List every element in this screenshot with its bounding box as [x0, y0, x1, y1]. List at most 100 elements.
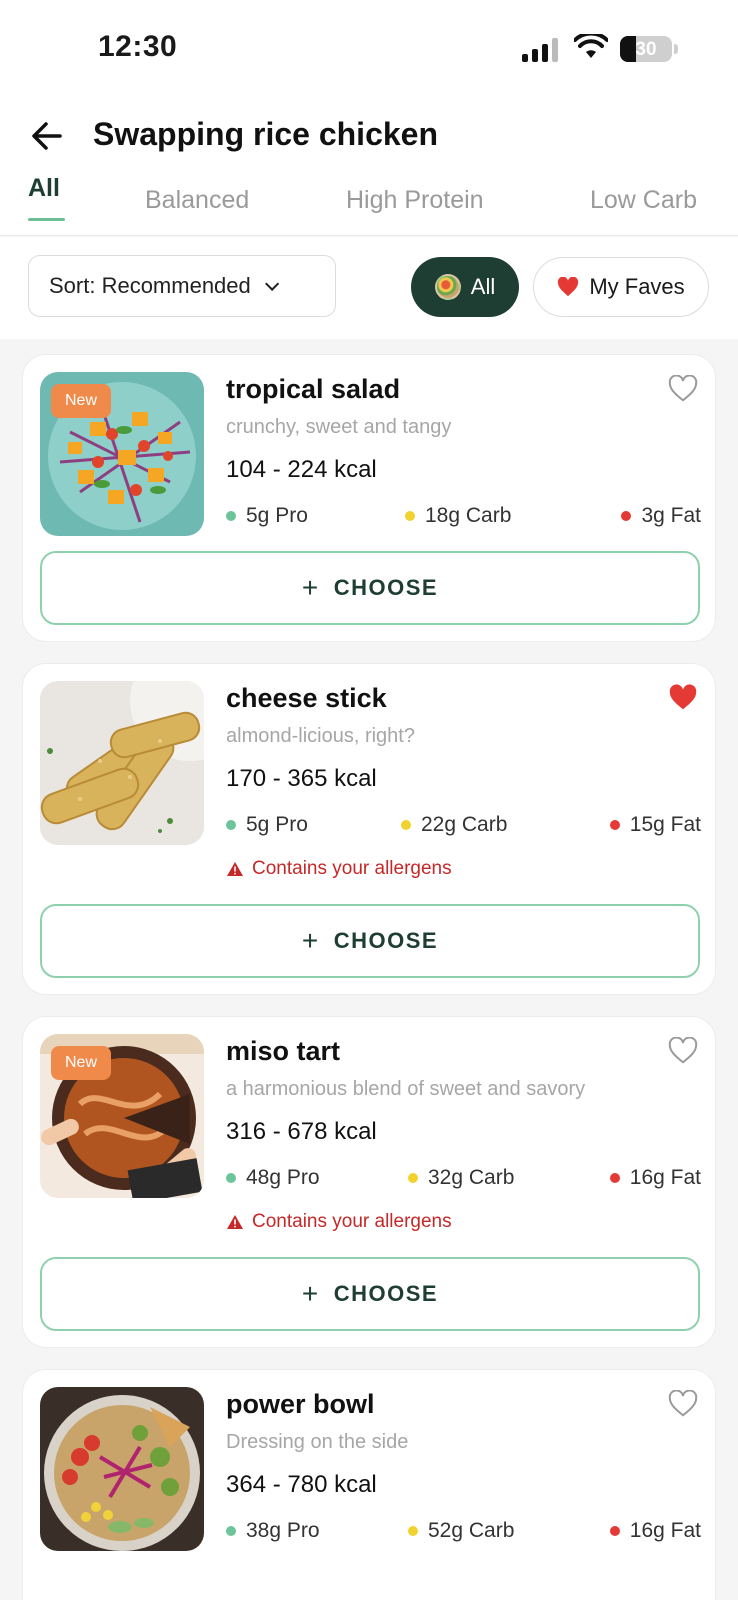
meal-description: a harmonious blend of sweet and savory [226, 1078, 586, 1100]
protein-value: 5g Pro [246, 813, 308, 836]
tab-high-protein[interactable]: High Protein [346, 186, 484, 215]
meal-calories: 364 - 780 kcal [226, 1471, 377, 1498]
battery-icon: 30 [620, 36, 672, 62]
carb-macro: 32g Carb [408, 1166, 514, 1190]
tab-low-carb[interactable]: Low Carb [590, 186, 697, 215]
meal-description: Dressing on the side [226, 1431, 409, 1453]
heart-filled-icon[interactable] [668, 684, 698, 712]
salad-bowl-icon [434, 274, 461, 300]
tab-balanced[interactable]: Balanced [145, 186, 249, 215]
meal-calories: 104 - 224 kcal [226, 456, 377, 483]
filter-all-label: All [470, 274, 496, 299]
category-tabs: All Balanced High Protein Low Carb [0, 172, 738, 236]
new-badge: New [51, 384, 111, 418]
meal-calories: 316 - 678 kcal [226, 1118, 377, 1145]
heart-outline-icon[interactable] [668, 375, 698, 403]
heart-outline-icon[interactable] [668, 1390, 698, 1418]
protein-dot [226, 1526, 236, 1536]
header: Swapping rice chicken All Balanced High … [0, 100, 738, 236]
fat-macro: 3g Fat [621, 504, 701, 528]
filter-my-faves-label: My Faves [589, 274, 685, 299]
protein-value: 38g Pro [246, 1519, 320, 1542]
protein-dot [226, 820, 236, 830]
macro-row: 5g Pro 18g Carb 3g Fat [226, 504, 701, 534]
heart-filled-icon [558, 277, 579, 297]
fat-value: 3g Fat [641, 504, 701, 527]
protein-dot [226, 1173, 236, 1183]
protein-macro: 5g Pro [226, 504, 308, 528]
tab-all[interactable]: All [28, 174, 60, 203]
macro-row: 5g Pro 22g Carb 15g Fat [226, 813, 701, 843]
fat-dot [609, 1173, 620, 1183]
sort-label: Sort: Recommended [49, 273, 251, 298]
warning-icon [227, 862, 243, 876]
meal-card: power bowl Dressing on the side 364 - 78… [22, 1369, 716, 1600]
plus-icon: + [301, 1278, 320, 1309]
clock: 12:30 [98, 30, 178, 63]
protein-macro: 38g Pro [226, 1519, 320, 1543]
meal-calories: 170 - 365 kcal [226, 765, 377, 792]
plus-icon: + [301, 572, 320, 603]
status-bar: 12:30 30 [0, 0, 738, 100]
battery-level: 30 [635, 39, 657, 60]
plus-icon: + [301, 925, 320, 956]
protein-macro: 5g Pro [226, 813, 308, 837]
battery-tip [674, 44, 678, 54]
meal-name: miso tart [226, 1036, 341, 1066]
carb-value: 22g Carb [421, 813, 508, 836]
fat-dot [609, 1526, 620, 1536]
fat-macro: 16g Fat [609, 1166, 701, 1190]
meal-description: almond-licious, right? [226, 725, 415, 747]
meal-name: tropical salad [226, 374, 401, 404]
fat-macro: 16g Fat [609, 1519, 701, 1543]
allergen-warning: Contains your allergens [226, 1211, 452, 1233]
meal-name: cheese stick [226, 683, 387, 713]
choose-label: CHOOSE [333, 575, 439, 600]
protein-dot [226, 511, 236, 521]
choose-button[interactable]: + CHOOSE [40, 1257, 700, 1331]
page-title: Swapping rice chicken [93, 116, 438, 152]
carb-dot [408, 1526, 418, 1536]
meal-card: cheese stick almond-licious, right? 170 … [22, 663, 716, 995]
allergen-text: Contains your allergens [252, 1211, 452, 1232]
chevron-down-icon [264, 276, 279, 291]
new-badge: New [51, 1046, 111, 1080]
carb-macro: 22g Carb [401, 813, 507, 837]
fat-value: 16g Fat [629, 1166, 701, 1189]
carb-macro: 52g Carb [408, 1519, 514, 1543]
filter-bar: Sort: Recommended All My Faves [0, 237, 738, 339]
choose-button[interactable]: + CHOOSE [40, 551, 700, 625]
sort-dropdown[interactable]: Sort: Recommended [28, 255, 336, 317]
choose-label: CHOOSE [333, 1281, 439, 1306]
protein-value: 48g Pro [246, 1166, 320, 1189]
carb-dot [408, 1173, 418, 1183]
allergen-warning: Contains your allergens [226, 858, 452, 880]
carb-macro: 18g Carb [405, 504, 511, 528]
active-tab-indicator [28, 218, 65, 221]
meal-image-miso-tart[interactable]: New [40, 1034, 204, 1198]
filter-all-button[interactable]: All [411, 257, 519, 317]
choose-label: CHOOSE [333, 928, 439, 953]
meal-image-tropical-salad[interactable]: New [40, 372, 204, 536]
filter-my-faves-button[interactable]: My Faves [533, 257, 709, 317]
back-arrow-icon[interactable] [30, 118, 70, 154]
carb-value: 32g Carb [428, 1166, 515, 1189]
fat-macro: 15g Fat [609, 813, 701, 837]
warning-icon [227, 1215, 243, 1229]
carb-dot [405, 511, 415, 521]
carb-value: 18g Carb [425, 504, 512, 527]
carb-value: 52g Carb [428, 1519, 515, 1542]
fat-dot [621, 511, 632, 521]
allergen-text: Contains your allergens [252, 858, 452, 879]
heart-outline-icon[interactable] [668, 1037, 698, 1065]
wifi-icon [574, 34, 608, 58]
choose-button[interactable]: + CHOOSE [40, 904, 700, 978]
meal-image-power-bowl[interactable] [40, 1387, 204, 1551]
fat-value: 15g Fat [629, 813, 701, 836]
meal-card: New tropical salad crunchy, sweet and ta… [22, 354, 716, 642]
meal-image-cheese-stick[interactable] [40, 681, 204, 845]
meal-card: New miso tart a harmonious blend of swee… [22, 1016, 716, 1348]
cellular-signal-icon [522, 38, 558, 62]
protein-value: 5g Pro [246, 504, 308, 527]
meal-description: crunchy, sweet and tangy [226, 416, 452, 438]
